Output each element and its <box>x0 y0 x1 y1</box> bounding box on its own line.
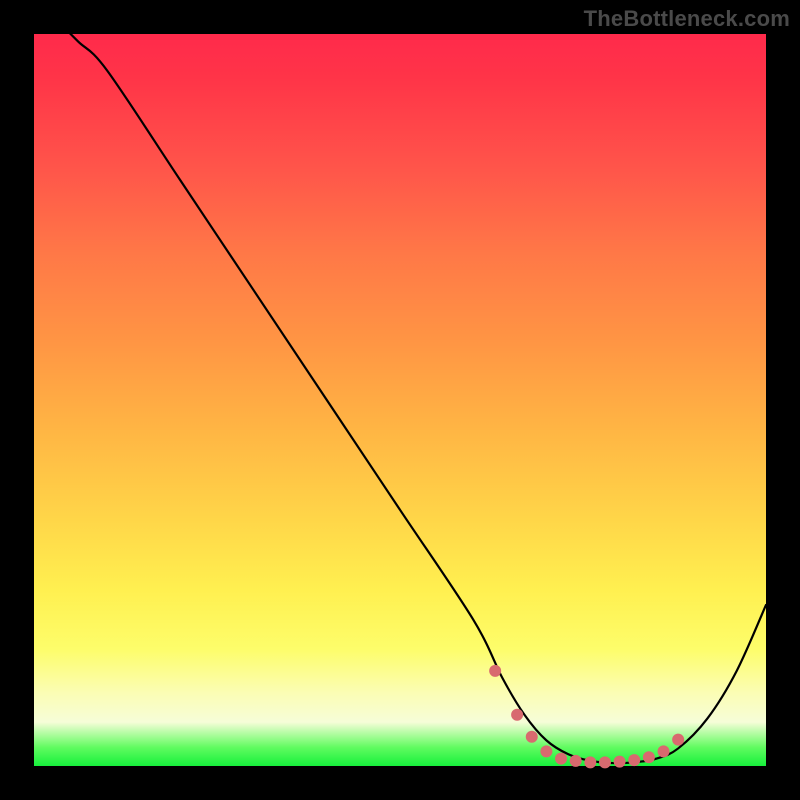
chart-svg <box>34 34 766 766</box>
marker-dot <box>584 756 596 768</box>
marker-dot <box>511 709 523 721</box>
marker-dot <box>540 745 552 757</box>
marker-dot <box>570 755 582 767</box>
marker-dot <box>599 756 611 768</box>
chart-frame: TheBottleneck.com <box>0 0 800 800</box>
marker-dot <box>614 756 626 768</box>
marker-dot <box>555 753 567 765</box>
marker-dot <box>658 745 670 757</box>
marker-dot <box>489 665 501 677</box>
marker-dot <box>643 751 655 763</box>
marker-dot <box>672 734 684 746</box>
marker-dot <box>628 754 640 766</box>
curve-line <box>34 0 766 763</box>
plot-area <box>34 34 766 766</box>
watermark-text: TheBottleneck.com <box>584 6 790 32</box>
marker-dot <box>526 731 538 743</box>
